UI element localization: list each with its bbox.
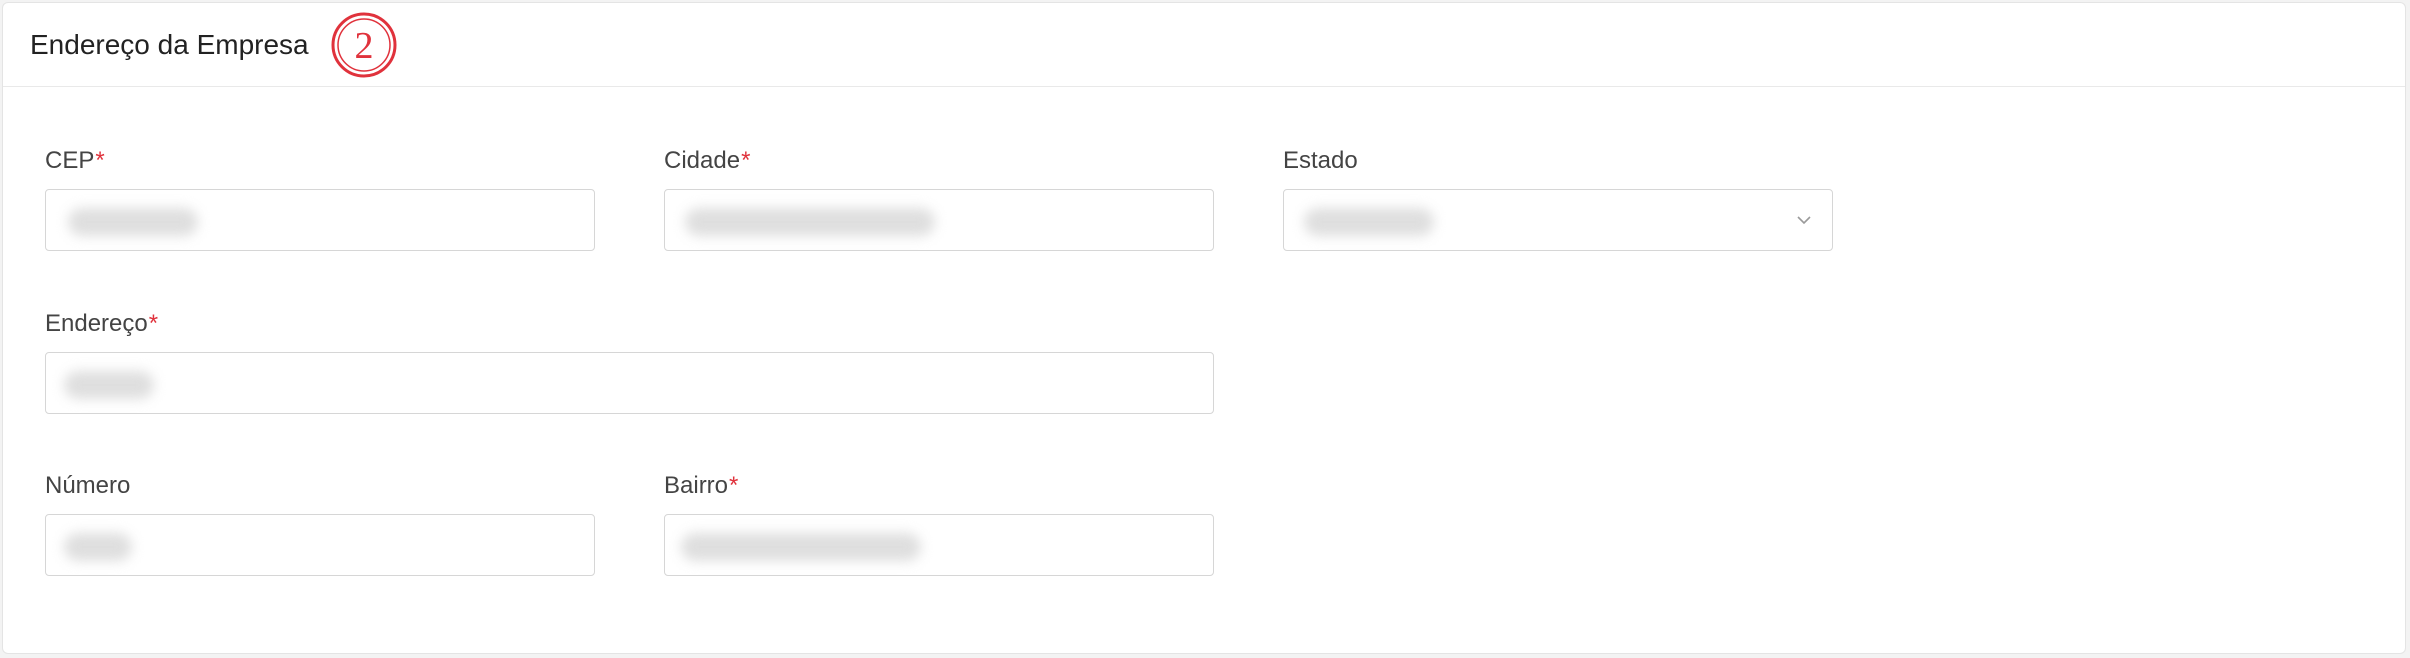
numero-field-group: Número: [45, 472, 597, 578]
company-address-card: Endereço da Empresa 2 CEP* Cidade* Estad…: [2, 2, 2406, 654]
estado-select[interactable]: [1283, 189, 1833, 251]
cidade-label: Cidade*: [664, 147, 751, 174]
estado-field-group: Estado: [1283, 147, 1835, 253]
estado-label: Estado: [1283, 147, 1358, 174]
cep-label: CEP*: [45, 147, 105, 174]
bairro-value-redacted: [681, 533, 921, 561]
endereco-field-group: Endereço*: [45, 310, 1216, 416]
card-header: Endereço da Empresa 2: [3, 3, 2405, 87]
cep-value-redacted: [68, 208, 198, 236]
cep-field-group: CEP*: [45, 147, 597, 253]
endereco-input[interactable]: [45, 352, 1214, 414]
cep-input[interactable]: [45, 189, 595, 251]
estado-value-redacted: [1304, 208, 1434, 236]
endereco-label: Endereço*: [45, 310, 159, 337]
numero-label: Número: [45, 472, 131, 499]
cidade-value-redacted: [685, 208, 935, 236]
step-number-badge: 2: [331, 12, 397, 78]
bairro-input[interactable]: [664, 514, 1214, 576]
endereco-value-redacted: [64, 371, 154, 399]
bairro-label: Bairro*: [664, 472, 739, 499]
chevron-down-icon[interactable]: [1794, 210, 1814, 230]
numero-value-redacted: [64, 533, 132, 561]
section-title: Endereço da Empresa: [30, 29, 309, 60]
cidade-field-group: Cidade*: [664, 147, 1216, 253]
cidade-input[interactable]: [664, 189, 1214, 251]
bairro-field-group: Bairro*: [664, 472, 1216, 578]
numero-input[interactable]: [45, 514, 595, 576]
step-number-text: 2: [355, 25, 374, 67]
